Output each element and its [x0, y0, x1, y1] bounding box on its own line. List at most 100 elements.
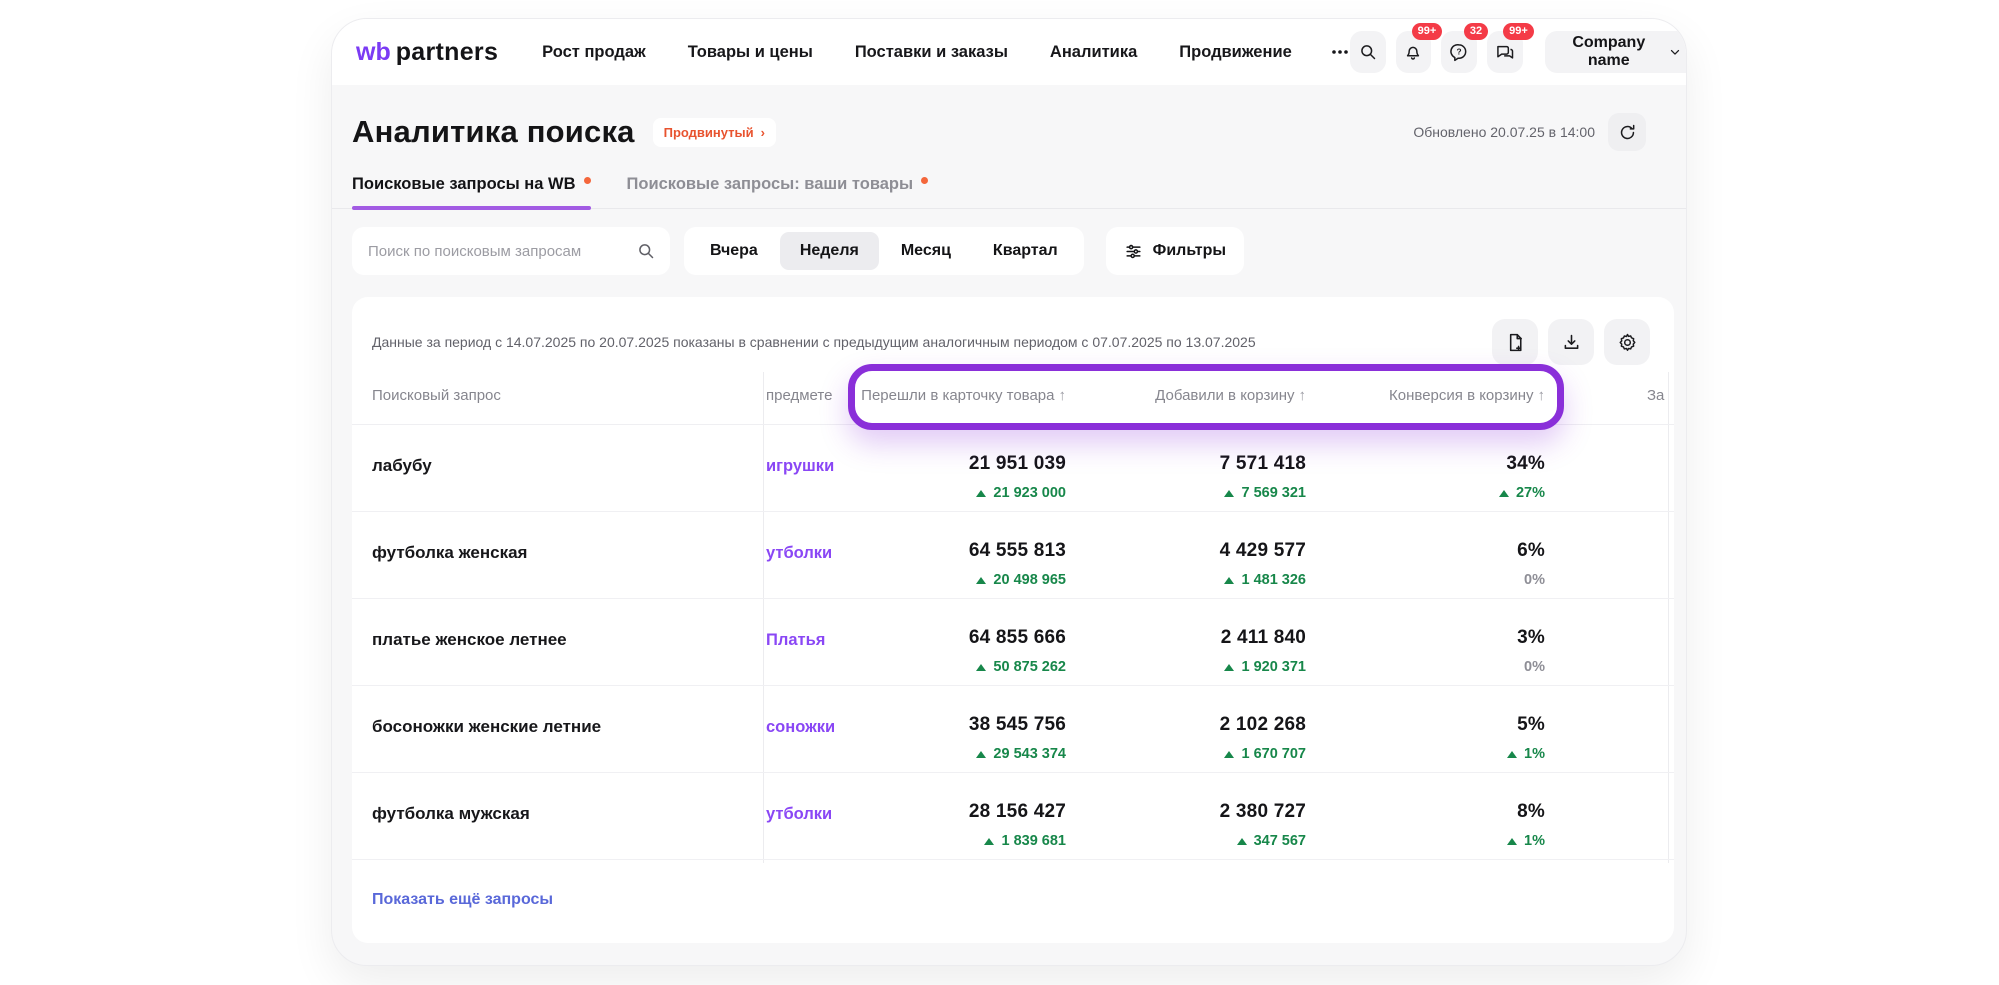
table-row[interactable]: лабубу игрушки 21 951 039 21 923 000 7 5… [352, 425, 1674, 512]
help-button[interactable]: ? 32 [1441, 31, 1477, 73]
conversion-cell: 6% 0% [1517, 540, 1545, 588]
updated-label: Обновлено 20.07.25 в 14:00 [1413, 124, 1595, 140]
period-week-button[interactable]: Неделя [780, 232, 879, 270]
notifications-button[interactable]: 99+ [1396, 31, 1432, 73]
sort-up-icon: ↑ [1538, 387, 1546, 404]
card-opens-cell: 21 951 039 21 923 000 [969, 453, 1066, 501]
conversion-delta: 1% [1507, 746, 1545, 762]
table-row[interactable]: платье женское летнее Платья 64 855 666 … [352, 599, 1674, 686]
wb-partners-logo[interactable]: wb partners [356, 38, 498, 67]
search-analytics-panel: Данные за период с 14.07.2025 по 20.07.2… [352, 297, 1674, 943]
help-bubble-icon: ? [1449, 42, 1469, 62]
company-name-label: Company name [1560, 34, 1658, 70]
navbar: wb partners Рост продаж Товары и цены По… [332, 19, 1686, 85]
header-cart-adds-label: Добавили в корзину [1155, 387, 1294, 404]
card-opens-delta: 20 498 965 [969, 572, 1066, 588]
page-header: Аналитика поиска Продвинутый › Обновлено… [332, 85, 1686, 151]
triangle-up-icon [976, 664, 986, 671]
sort-up-icon: ↑ [1299, 387, 1307, 404]
search-button[interactable] [1350, 31, 1386, 73]
more-menu-button[interactable] [1330, 42, 1350, 62]
tab-search-queries-your-goods[interactable]: Поисковые запросы: ваши товары [627, 175, 929, 208]
panel-actions [1492, 319, 1650, 365]
tab-label: Поисковые запросы на WB [352, 175, 576, 194]
gear-icon [1617, 332, 1638, 353]
logo-wb: wb [356, 38, 391, 67]
header-cart-conversion-label: Конверсия в корзину [1389, 387, 1533, 404]
notifications-badge: 99+ [1412, 23, 1443, 40]
svg-text:?: ? [1457, 47, 1462, 57]
company-selector[interactable]: Company name [1545, 31, 1687, 73]
menu-item-analytics[interactable]: Аналитика [1050, 43, 1137, 62]
category-link[interactable]: утболки [766, 805, 921, 824]
download-button[interactable] [1548, 319, 1594, 365]
query-cell: босоножки женские летние [372, 717, 601, 737]
triangle-up-icon [1507, 751, 1517, 758]
sliders-icon [1124, 242, 1143, 261]
period-quarter-button[interactable]: Квартал [973, 232, 1078, 270]
conversion-value: 8% [1507, 801, 1545, 823]
menu-item-promotion[interactable]: Продвижение [1179, 43, 1292, 62]
table-row[interactable]: босоножки женские летние соножки 38 545 … [352, 686, 1674, 773]
header-orders-partial[interactable]: За [1647, 387, 1667, 404]
orange-dot-icon [921, 177, 928, 184]
header-card-opens[interactable]: Перешли в карточку товара ↑ [861, 387, 1066, 404]
conversion-cell: 34% 27% [1499, 453, 1545, 501]
search-icon[interactable] [636, 241, 656, 261]
card-opens-delta: 50 875 262 [969, 659, 1066, 675]
menu-item-supplies-orders[interactable]: Поставки и заказы [855, 43, 1008, 62]
menu-item-sales-growth[interactable]: Рост продаж [542, 43, 646, 62]
refresh-button[interactable] [1608, 113, 1646, 151]
table-row[interactable]: футболка мужская утболки 28 156 427 1 83… [352, 773, 1674, 860]
header-card-opens-label: Перешли в карточку товара [861, 387, 1054, 404]
refresh-icon [1618, 123, 1637, 142]
card-opens-delta: 21 923 000 [969, 485, 1066, 501]
cart-adds-cell: 4 429 577 1 481 326 [1220, 540, 1306, 588]
category-link[interactable]: игрушки [766, 457, 921, 476]
cart-adds-value: 2 380 727 [1220, 801, 1306, 823]
tabs-bar: Поисковые запросы на WB Поисковые запрос… [332, 175, 1686, 209]
cart-adds-cell: 2 411 840 1 920 371 [1221, 627, 1306, 675]
filters-button[interactable]: Фильтры [1106, 227, 1244, 275]
cart-adds-cell: 2 102 268 1 670 707 [1220, 714, 1306, 762]
file-plus-icon [1505, 332, 1526, 353]
search-icon [1358, 42, 1378, 62]
search-input[interactable] [368, 243, 636, 260]
period-yesterday-button[interactable]: Вчера [690, 232, 778, 270]
menu-item-goods-prices[interactable]: Товары и цены [688, 43, 813, 62]
app-window: wb partners Рост продаж Товары и цены По… [331, 18, 1687, 966]
category-link[interactable]: утболки [766, 544, 921, 563]
triangle-up-icon [1499, 490, 1509, 497]
cart-adds-delta: 1 920 371 [1221, 659, 1306, 675]
triangle-up-icon [976, 490, 986, 497]
cart-adds-value: 2 102 268 [1220, 714, 1306, 736]
card-opens-value: 21 951 039 [969, 453, 1066, 475]
cart-adds-value: 2 411 840 [1221, 627, 1306, 649]
messages-badge: 99+ [1503, 23, 1534, 40]
card-opens-delta: 29 543 374 [969, 746, 1066, 762]
header-cart-adds[interactable]: Добавили в корзину ↑ [1155, 387, 1306, 404]
query-cell: платье женское летнее [372, 630, 567, 650]
conversion-delta: 1% [1507, 833, 1545, 849]
table-row[interactable]: футболка женская утболки 64 555 813 20 4… [352, 512, 1674, 599]
settings-button[interactable] [1604, 319, 1650, 365]
chevron-right-icon: › [761, 125, 765, 140]
show-more-link[interactable]: Показать ещё запросы [372, 891, 553, 909]
tab-search-queries-wb[interactable]: Поисковые запросы на WB [352, 175, 591, 208]
main-menu: Рост продаж Товары и цены Поставки и зак… [542, 43, 1292, 62]
table-header-row: Поисковый запрос предмете Перешли в карт… [352, 369, 1674, 425]
triangle-up-icon [1507, 838, 1517, 845]
messages-button[interactable]: 99+ [1487, 31, 1523, 73]
category-link[interactable]: Платья [766, 631, 921, 650]
conversion-delta: 0% [1517, 659, 1545, 675]
header-query[interactable]: Поисковый запрос [372, 387, 501, 404]
sort-up-icon: ↑ [1059, 387, 1067, 404]
more-icon [1330, 42, 1350, 62]
page-title: Аналитика поиска [352, 114, 635, 150]
header-cart-conversion[interactable]: Конверсия в корзину ↑ [1389, 387, 1545, 404]
plan-badge[interactable]: Продвинутый › [653, 118, 776, 147]
logo-partners: partners [396, 38, 498, 67]
period-month-button[interactable]: Месяц [881, 232, 971, 270]
create-report-button[interactable] [1492, 319, 1538, 365]
category-link[interactable]: соножки [766, 718, 921, 737]
